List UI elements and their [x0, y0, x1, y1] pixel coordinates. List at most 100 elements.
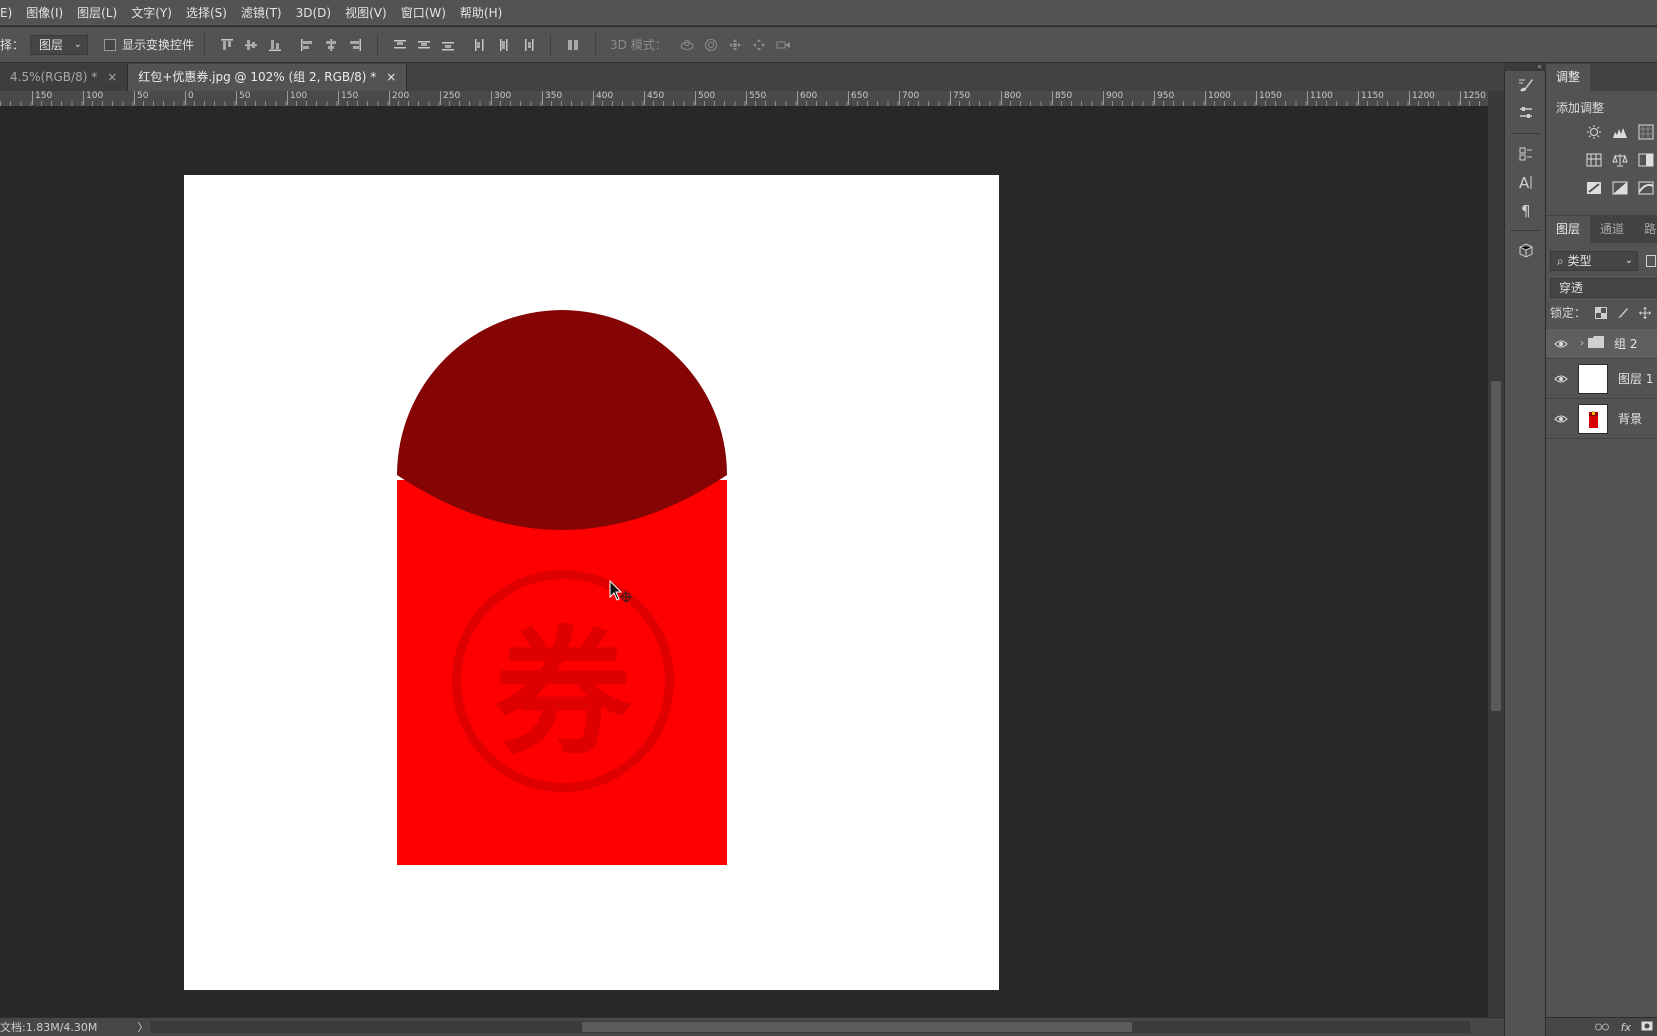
- menu-select[interactable]: 选择(S): [179, 0, 234, 26]
- layer-row-background[interactable]: 背景: [1546, 399, 1657, 439]
- menu-image[interactable]: 图像(I): [19, 0, 70, 26]
- visibility-eye-icon[interactable]: [1546, 339, 1576, 349]
- distribute-left-icon[interactable]: [471, 36, 489, 54]
- scale-3d-icon[interactable]: [774, 36, 792, 54]
- visibility-eye-icon[interactable]: [1546, 374, 1576, 384]
- visibility-eye-icon[interactable]: [1546, 414, 1576, 424]
- close-icon[interactable]: ×: [386, 70, 396, 84]
- align-hcenter-icon[interactable]: [322, 36, 340, 54]
- character-panel-icon[interactable]: A: [1505, 168, 1547, 196]
- curves-icon[interactable]: [1636, 122, 1656, 142]
- horizontal-ruler[interactable]: 150 100 50 0 50 100 150 200 250 300 350 …: [0, 91, 1488, 107]
- layer-filter-dropdown[interactable]: ⌕ 类型 ⌄: [1550, 251, 1638, 271]
- history-icon[interactable]: [1505, 140, 1547, 168]
- envelope-flap: [397, 310, 727, 530]
- orbit-3d-icon[interactable]: [678, 36, 696, 54]
- close-icon[interactable]: ×: [107, 70, 117, 84]
- brightness-contrast-icon[interactable]: [1584, 122, 1604, 142]
- menu-view[interactable]: 视图(V): [338, 0, 394, 26]
- color-balance-icon[interactable]: [1610, 150, 1630, 170]
- layer-row-group-2[interactable]: › 组 2: [1546, 329, 1657, 359]
- menu-window[interactable]: 窗口(W): [394, 0, 453, 26]
- ruler-label: 700: [899, 91, 919, 105]
- black-white-icon[interactable]: [1636, 150, 1656, 170]
- auto-select-dropdown[interactable]: 图层 ⌄: [30, 34, 89, 55]
- align-bottom-icon[interactable]: [266, 36, 284, 54]
- levels-icon[interactable]: [1610, 122, 1630, 142]
- ruler-label: 600: [797, 91, 817, 105]
- ruler-label: 200: [389, 91, 409, 105]
- horizontal-scroll-thumb[interactable]: [582, 1022, 1132, 1032]
- collapse-panels-button[interactable]: «: [1504, 63, 1546, 71]
- tab-paths[interactable]: 路: [1634, 216, 1657, 243]
- lock-pixels-icon[interactable]: [1616, 306, 1630, 320]
- layers-footer: fx: [1546, 1017, 1657, 1036]
- lock-transparent-icon[interactable]: [1594, 306, 1608, 320]
- document-canvas[interactable]: 券: [184, 175, 999, 990]
- layers-tabs: 图层 通道 路: [1546, 215, 1657, 243]
- invert-icon[interactable]: [1584, 178, 1604, 198]
- horizontal-scrollbar[interactable]: [150, 1021, 1470, 1033]
- distribute-bottom-icon[interactable]: [439, 36, 457, 54]
- blend-mode-dropdown[interactable]: 穿透: [1550, 278, 1657, 298]
- link-layers-icon[interactable]: [1594, 1020, 1609, 1034]
- menu-type[interactable]: 文字(Y): [124, 0, 179, 26]
- layer-thumbnail: [1578, 363, 1608, 394]
- menu-layer[interactable]: 图层(L): [70, 0, 124, 26]
- gradient-map-icon[interactable]: [1636, 178, 1656, 198]
- layer-style-button[interactable]: fx: [1621, 1021, 1631, 1034]
- tab-adjustments[interactable]: 调整: [1546, 64, 1591, 91]
- posterize-icon[interactable]: [1610, 178, 1630, 198]
- distribute-right-icon[interactable]: [519, 36, 537, 54]
- divider: [204, 33, 206, 56]
- ruler-label: 1050: [1256, 91, 1282, 105]
- pan-3d-icon[interactable]: [726, 36, 744, 54]
- chevron-right-icon[interactable]: ›: [1576, 338, 1588, 349]
- distribute-hcenter-icon[interactable]: [495, 36, 513, 54]
- add-mask-icon[interactable]: [1641, 1020, 1653, 1034]
- menu-help[interactable]: 帮助(H): [453, 0, 509, 26]
- status-bar: 文档:1.83M/4.30M 〉: [0, 1017, 1504, 1036]
- align-right-icon[interactable]: [346, 36, 364, 54]
- ruler-label: 900: [1103, 91, 1123, 105]
- tab-document-2-label: 红包+优惠券.jpg @ 102% (组 2, RGB/8) *: [138, 70, 377, 84]
- align-left-icon[interactable]: [298, 36, 316, 54]
- slide-3d-icon[interactable]: [750, 36, 768, 54]
- align-top-icon[interactable]: [218, 36, 236, 54]
- folder-icon: [1588, 336, 1604, 351]
- menu-edit[interactable]: E): [0, 0, 19, 26]
- brush-panel-icon[interactable]: [1505, 71, 1547, 99]
- brush-settings-icon[interactable]: [1505, 99, 1547, 127]
- menu-3d[interactable]: 3D(D): [289, 0, 338, 26]
- menu-filter[interactable]: 滤镜(T): [234, 0, 289, 26]
- layer-thumbnail: [1578, 403, 1608, 434]
- mode-3d-label: 3D 模式：: [610, 38, 667, 52]
- lock-position-icon[interactable]: [1638, 306, 1652, 320]
- ruler-label: 300: [491, 91, 511, 105]
- align-vcenter-icon[interactable]: [242, 36, 260, 54]
- show-transform-checkbox[interactable]: [104, 38, 117, 51]
- 3d-panel-icon[interactable]: [1505, 237, 1547, 265]
- paragraph-panel-icon[interactable]: ¶: [1505, 196, 1547, 224]
- layer-name: 图层 1: [1618, 372, 1654, 386]
- vertical-scrollbar[interactable]: [1488, 91, 1504, 1017]
- tab-layers[interactable]: 图层: [1546, 216, 1591, 243]
- tab-document-1[interactable]: 4.5%(RGB/8) * ×: [0, 64, 129, 91]
- options-bar: 择： 图层 ⌄ 显示变换控件 3D 模式：: [0, 27, 1657, 63]
- vertical-scroll-thumb[interactable]: [1491, 381, 1501, 711]
- distribute-top-icon[interactable]: [391, 36, 409, 54]
- document-size-info[interactable]: 文档:1.83M/4.30M: [0, 1019, 97, 1035]
- status-menu-arrow[interactable]: 〉: [137, 1019, 148, 1035]
- channel-mixer-icon[interactable]: [1584, 150, 1604, 170]
- ruler-label: 650: [848, 91, 868, 105]
- roll-3d-icon[interactable]: [702, 36, 720, 54]
- distribute-vcenter-icon[interactable]: [415, 36, 433, 54]
- layer-row-layer-1[interactable]: 图层 1: [1546, 359, 1657, 399]
- ruler-label: 150: [32, 91, 52, 105]
- filter-pixel-icon[interactable]: [1646, 255, 1656, 267]
- auto-align-icon[interactable]: [564, 36, 582, 54]
- canvas-workspace[interactable]: 券: [0, 107, 1488, 1017]
- ruler-label: 950: [1154, 91, 1174, 105]
- tab-document-2[interactable]: 红包+优惠券.jpg @ 102% (组 2, RGB/8) * ×: [128, 64, 408, 91]
- tab-channels[interactable]: 通道: [1590, 216, 1634, 243]
